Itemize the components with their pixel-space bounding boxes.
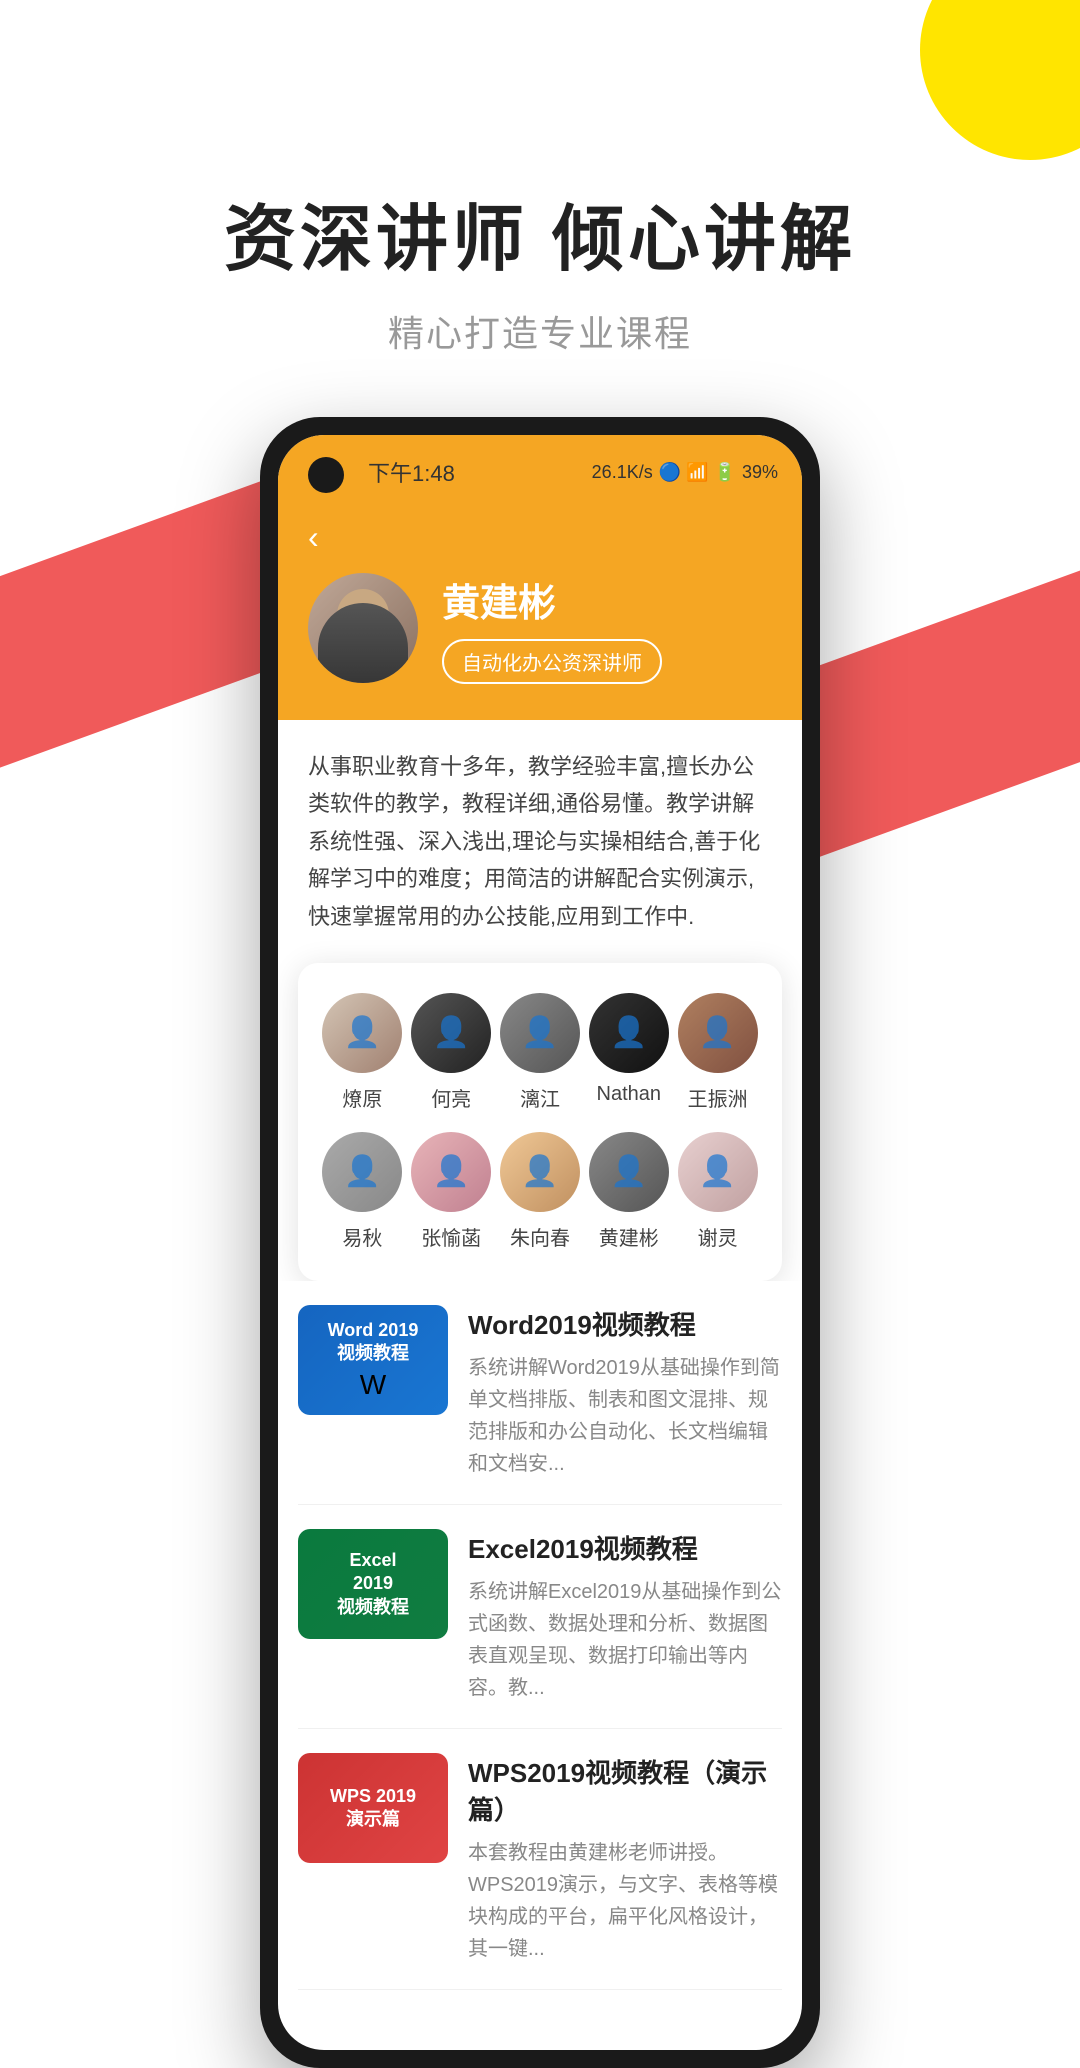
header-section: 资深讲师 倾心讲解 精心打造专业课程 <box>0 0 1080 417</box>
teacher-avatar-figure <box>318 603 408 683</box>
instructor-name: 黄建彬 <box>599 1222 659 1251</box>
instructor-name: 漓江 <box>520 1083 560 1112</box>
list-item[interactable]: 👤 Nathan <box>584 993 673 1112</box>
avatar: 👤 <box>589 993 669 1073</box>
instructor-name: 朱向春 <box>510 1222 570 1251</box>
course-title: Excel2019视频教程 <box>468 1529 782 1566</box>
instructor-name: 张愉菡 <box>421 1222 481 1251</box>
avatar: 👤 <box>411 993 491 1073</box>
instructor-name: 何亮 <box>431 1083 471 1112</box>
avatar-inner: 👤 <box>678 1132 758 1212</box>
table-row[interactable]: WPS 2019演示篇 WPS2019视频教程（演示篇） 本套教程由黄建彬老师讲… <box>298 1729 782 1990</box>
avatar-inner: 👤 <box>500 993 580 1073</box>
thumb-word-title: Word 2019视频教程 <box>328 1319 419 1366</box>
avatar: 👤 <box>678 993 758 1073</box>
word-icon: W <box>360 1369 386 1401</box>
avatar: 👤 <box>322 1132 402 1212</box>
list-item[interactable]: 👤 漓江 <box>496 993 585 1112</box>
instructor-row-2: 👤 易秋 👤 张愉菡 👤 朱向春 <box>318 1132 762 1251</box>
course-thumbnail-wps: WPS 2019演示篇 <box>298 1753 448 1863</box>
avatar: 👤 <box>411 1132 491 1212</box>
course-desc: 本套教程由黄建彬老师讲授。WPS2019演示，与文字、表格等模块构成的平台，扁平… <box>468 1837 782 1965</box>
list-item[interactable]: 👤 何亮 <box>407 993 496 1112</box>
course-info-wps: WPS2019视频教程（演示篇） 本套教程由黄建彬老师讲授。WPS2019演示，… <box>468 1753 782 1965</box>
status-right: 26.1K/s 🔵 📶 🔋 39% <box>592 462 778 483</box>
list-item[interactable]: 👤 王振洲 <box>673 993 762 1112</box>
camera-notch <box>308 457 344 493</box>
instructor-row-1: 👤 燎原 👤 何亮 👤 漓江 <box>318 993 762 1112</box>
avatar-inner: 👤 <box>589 1132 669 1212</box>
instructor-name: 易秋 <box>342 1222 382 1251</box>
list-item[interactable]: 👤 张愉菡 <box>407 1132 496 1251</box>
header-sub-title: 精心打造专业课程 <box>0 305 1080 357</box>
avatar: 👤 <box>678 1132 758 1212</box>
course-desc: 系统讲解Word2019从基础操作到简单文档排版、制表和图文混排、规范排版和办公… <box>468 1352 782 1480</box>
battery-level: 39% <box>742 462 778 483</box>
teacher-avatar <box>308 573 418 683</box>
header-main-title: 资深讲师 倾心讲解 <box>0 180 1080 285</box>
avatar-inner: 👤 <box>322 993 402 1073</box>
back-button[interactable]: ‹ <box>308 519 772 556</box>
instructor-grid: 👤 燎原 👤 何亮 👤 漓江 <box>298 963 782 1281</box>
instructor-name: 王振洲 <box>688 1083 748 1112</box>
phone-mockup: 下午1:48 26.1K/s 🔵 📶 🔋 39% ‹ 黄建彬 <box>260 417 820 2068</box>
course-title: Word2019视频教程 <box>468 1305 782 1342</box>
avatar-inner: 👤 <box>411 1132 491 1212</box>
status-icons: 🔵 📶 🔋 <box>659 462 736 483</box>
avatar: 👤 <box>500 1132 580 1212</box>
course-thumbnail-word: Word 2019视频教程 W <box>298 1305 448 1415</box>
teacher-details: 黄建彬 自动化办公资深讲师 <box>442 572 772 684</box>
avatar-inner: 👤 <box>411 993 491 1073</box>
avatar: 👤 <box>500 993 580 1073</box>
avatar-inner: 👤 <box>322 1132 402 1212</box>
course-info-excel: Excel2019视频教程 系统讲解Excel2019从基础操作到公式函数、数据… <box>468 1529 782 1704</box>
phone-container: 下午1:48 26.1K/s 🔵 📶 🔋 39% ‹ 黄建彬 <box>0 417 1080 2068</box>
course-list: Word 2019视频教程 W Word2019视频教程 系统讲解Word201… <box>278 1281 802 1990</box>
avatar-inner: 👤 <box>500 1132 580 1212</box>
list-item[interactable]: 👤 黄建彬 <box>584 1132 673 1251</box>
network-speed: 26.1K/s <box>592 462 653 483</box>
thumb-word: Word 2019视频教程 W <box>298 1305 448 1415</box>
avatar-inner: 👤 <box>589 993 669 1073</box>
instructor-name: 燎原 <box>342 1083 382 1112</box>
course-desc: 系统讲解Excel2019从基础操作到公式函数、数据处理和分析、数据图表直观呈现… <box>468 1576 782 1704</box>
course-title: WPS2019视频教程（演示篇） <box>468 1753 782 1827</box>
list-item[interactable]: 👤 燎原 <box>318 993 407 1112</box>
avatar: 👤 <box>322 993 402 1073</box>
table-row[interactable]: Word 2019视频教程 W Word2019视频教程 系统讲解Word201… <box>298 1281 782 1505</box>
avatar: 👤 <box>589 1132 669 1212</box>
phone-screen: 下午1:48 26.1K/s 🔵 📶 🔋 39% ‹ 黄建彬 <box>278 435 802 2050</box>
teacher-profile: ‹ 黄建彬 自动化办公资深讲师 <box>278 495 802 720</box>
thumb-wps: WPS 2019演示篇 <box>298 1753 448 1863</box>
status-bar: 下午1:48 26.1K/s 🔵 📶 🔋 39% <box>278 435 802 495</box>
teacher-badge: 自动化办公资深讲师 <box>442 639 662 684</box>
instructor-name-nathan: Nathan <box>597 1083 662 1106</box>
list-item[interactable]: 👤 易秋 <box>318 1132 407 1251</box>
teacher-info: 黄建彬 自动化办公资深讲师 <box>308 572 772 684</box>
teacher-bio: 从事职业教育十多年，教学经验丰富,擅长办公类软件的教学，教程详细,通俗易懂。教学… <box>278 720 802 963</box>
avatar-inner: 👤 <box>678 993 758 1073</box>
bottom-pad <box>278 1990 802 2050</box>
list-item[interactable]: 👤 谢灵 <box>673 1132 762 1251</box>
status-time: 下午1:48 <box>368 456 455 488</box>
course-info-word: Word2019视频教程 系统讲解Word2019从基础操作到简单文档排版、制表… <box>468 1305 782 1480</box>
thumb-excel: Excel2019视频教程 <box>298 1529 448 1639</box>
thumb-wps-title: WPS 2019演示篇 <box>330 1785 416 1832</box>
instructor-name: 谢灵 <box>698 1222 738 1251</box>
list-item[interactable]: 👤 朱向春 <box>496 1132 585 1251</box>
thumb-excel-title: Excel2019视频教程 <box>337 1549 409 1619</box>
teacher-name: 黄建彬 <box>442 572 772 627</box>
course-thumbnail-excel: Excel2019视频教程 <box>298 1529 448 1639</box>
table-row[interactable]: Excel2019视频教程 Excel2019视频教程 系统讲解Excel201… <box>298 1505 782 1729</box>
